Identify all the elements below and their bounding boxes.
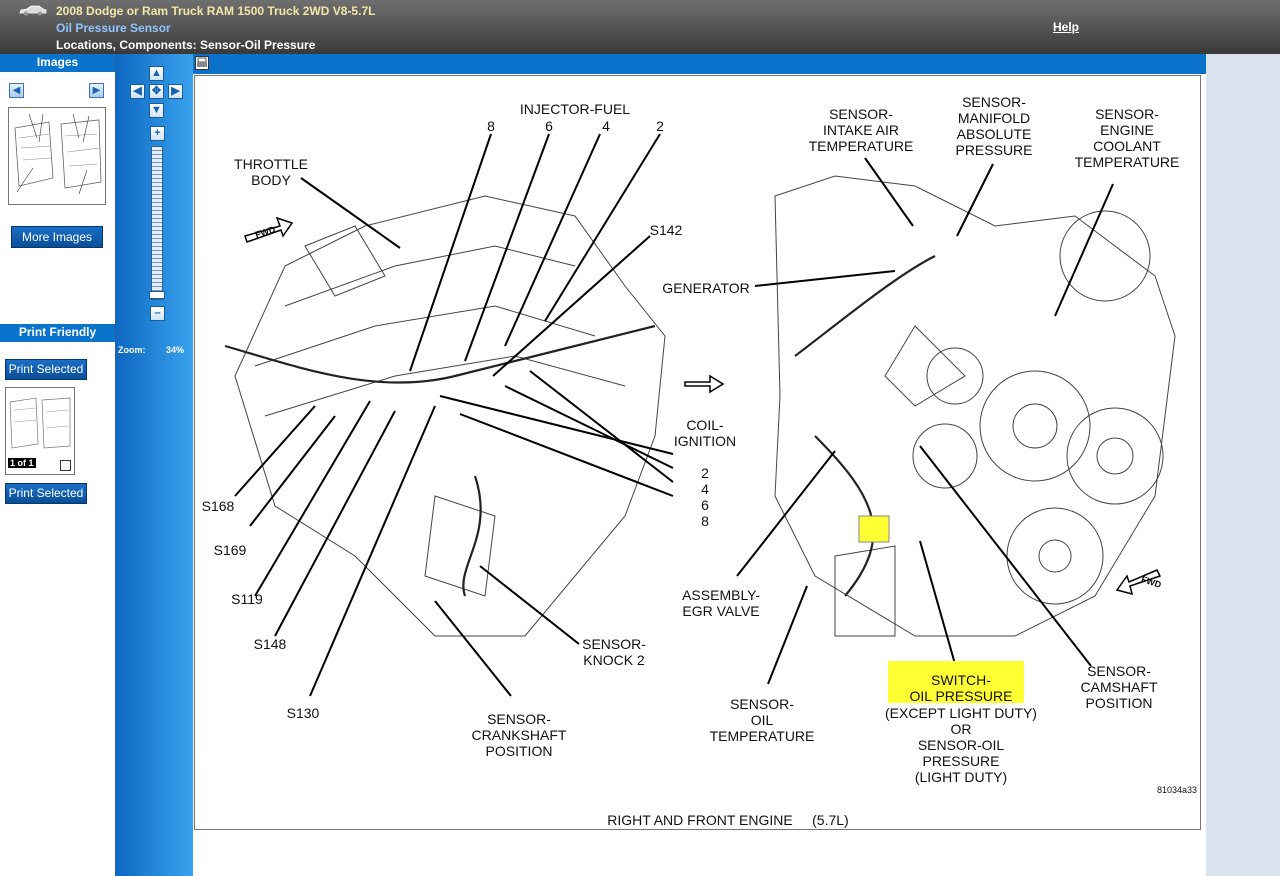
- print-thumbnail[interactable]: 1 of 1: [5, 387, 75, 475]
- breadcrumb: Locations, Components: Sensor-Oil Pressu…: [56, 38, 316, 52]
- label-sensor-ect: SENSOR- ENGINE COOLANT TEMPERATURE: [1074, 106, 1180, 170]
- engine-diagram: [224, 133, 1176, 703]
- more-images-button[interactable]: More Images: [11, 226, 103, 248]
- figure-code: 81034a33: [1156, 785, 1198, 795]
- print-selected-button[interactable]: Print Selected: [5, 359, 87, 380]
- pan-center-button[interactable]: ✥: [149, 84, 164, 99]
- zoom-in-button[interactable]: +: [150, 126, 165, 141]
- label-sensor-map: SENSOR- MANIFOLD ABSOLUTE PRESSURE: [955, 94, 1033, 158]
- label-injector-6: 6: [545, 118, 553, 134]
- help-link[interactable]: Help: [1053, 20, 1079, 34]
- label-sensor-crankshaft: SENSOR- CRANKSHAFT POSITION: [471, 711, 567, 759]
- label-coil-ignition: COIL- IGNITION: [673, 417, 737, 449]
- pan-right-button[interactable]: ▶: [168, 84, 183, 99]
- diagram-frame: INJECTOR-FUEL 8 6 4 2 THROTTLE BODY S142…: [194, 75, 1201, 830]
- label-sensor-camshaft: SENSOR- CAMSHAFT POSITION: [1080, 663, 1158, 711]
- zoom-slider-track[interactable]: [151, 146, 163, 300]
- prev-image-button[interactable]: ◀: [9, 83, 24, 98]
- label-s148: S148: [253, 636, 287, 652]
- label-injector-2: 2: [656, 118, 664, 134]
- label-s169: S169: [213, 542, 247, 558]
- zoom-slider-handle[interactable]: [149, 291, 165, 299]
- label-injector-fuel: INJECTOR-FUEL: [519, 101, 631, 117]
- label-generator: GENERATOR: [662, 280, 750, 296]
- left-panel: Images ◀ ▶ More Images Print Friendly Pr…: [0, 54, 116, 876]
- zoom-label: Zoom:: [118, 345, 146, 355]
- images-panel-title: Images: [0, 54, 115, 72]
- label-s130: S130: [286, 705, 320, 721]
- label-throttle-body: THROTTLE BODY: [234, 156, 308, 188]
- vehicle-icon: [19, 5, 47, 16]
- diagram-thumbnail[interactable]: [8, 107, 106, 205]
- label-s142: S142: [649, 222, 683, 238]
- label-egr-valve: ASSEMBLY- EGR VALVE: [682, 587, 760, 619]
- label-s119: S119: [231, 591, 263, 607]
- label-oil-pressure-note: (EXCEPT LIGHT DUTY) OR SENSOR-OIL PRESSU…: [885, 705, 1037, 785]
- topic-title[interactable]: Oil Pressure Sensor: [56, 21, 171, 35]
- label-coil-numbers: 2 4 6 8: [701, 465, 709, 529]
- zoom-value: 34%: [166, 345, 185, 355]
- select-checkbox[interactable]: [60, 460, 71, 471]
- app-header: 2008 Dodge or Ram Truck RAM 1500 Truck 2…: [0, 0, 1280, 54]
- vehicle-title: 2008 Dodge or Ram Truck RAM 1500 Truck 2…: [56, 4, 376, 18]
- right-gutter: [1206, 54, 1280, 876]
- label-oil-pressure-switch[interactable]: SWITCH- OIL PRESSURE: [910, 672, 1013, 704]
- print-icon[interactable]: [195, 56, 209, 70]
- zoom-out-button[interactable]: –: [150, 306, 165, 321]
- print-panel-title: Print Friendly: [0, 324, 115, 342]
- pan-left-button[interactable]: ◀: [130, 84, 145, 99]
- diagram-caption: RIGHT AND FRONT ENGINE (5.7L): [607, 812, 849, 828]
- next-image-button[interactable]: ▶: [89, 83, 104, 98]
- label-s168: S168: [201, 498, 235, 514]
- label-sensor-iat: SENSOR- INTAKE AIR TEMPERATURE: [808, 106, 914, 154]
- viewer-toolbar: [193, 54, 1206, 74]
- label-sensor-knock: SENSOR- KNOCK 2: [582, 636, 646, 668]
- label-injector-4: 4: [602, 118, 610, 134]
- pan-down-button[interactable]: ▼: [149, 103, 164, 118]
- label-sensor-oil-temp: SENSOR- OIL TEMPERATURE: [709, 696, 815, 744]
- pan-up-button[interactable]: ▲: [149, 66, 164, 81]
- page-badge: 1 of 1: [8, 458, 36, 468]
- print-selected-button-2[interactable]: Print Selected: [5, 483, 87, 504]
- label-injector-8: 8: [487, 118, 495, 134]
